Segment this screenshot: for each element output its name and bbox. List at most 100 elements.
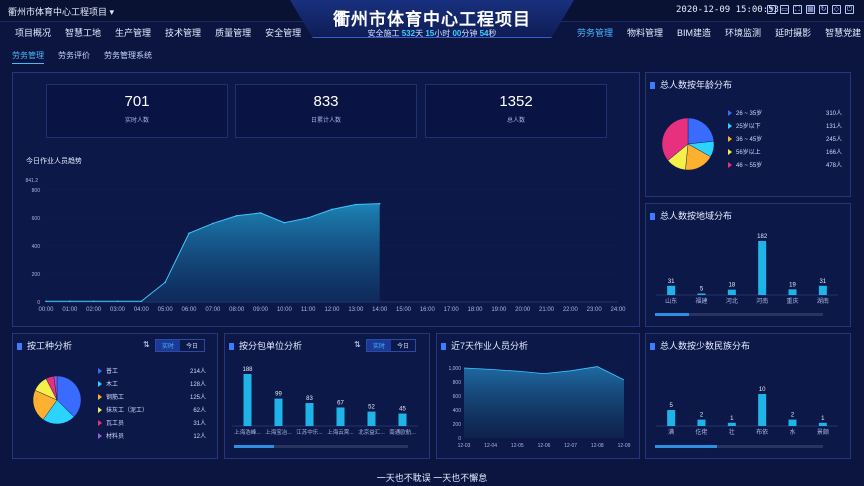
minority-bar[interactable] (818, 422, 827, 426)
fullscreen-icon[interactable]: ⛶ (793, 5, 802, 14)
nav-item-right-1[interactable]: 物料管理 (620, 26, 670, 39)
minority-scrollbar[interactable] (655, 445, 823, 448)
week-y-tick: 200 (453, 422, 462, 428)
refresh-icon[interactable]: ↻ (819, 5, 828, 14)
kpi-realtime: 701 实时人数 (46, 84, 228, 138)
legend-value: 125人 (189, 395, 206, 401)
region-bar[interactable] (758, 241, 767, 295)
sub-value-label: 83 (306, 396, 313, 402)
age-legend-item[interactable]: 36 ~ 45岁 245人 (728, 132, 842, 145)
minority-bar[interactable] (758, 394, 767, 426)
legend-value: 131人 (825, 124, 842, 130)
week-x-tick: 12-07 (564, 443, 577, 449)
minority-bar[interactable] (788, 419, 797, 426)
nav-item-right-4[interactable]: 延时摄影 (768, 26, 818, 39)
trend-y-max: 841.2 (25, 178, 38, 184)
sort-icon[interactable]: ⇅ (354, 340, 361, 349)
trend-area (46, 203, 380, 302)
sub-bar[interactable] (243, 374, 252, 426)
nav-item-5[interactable]: 安全管理 (258, 26, 308, 39)
nav-item-3[interactable]: 技术管理 (158, 26, 208, 39)
nav-item-4[interactable]: 质量管理 (208, 26, 258, 39)
nav-item-right-3[interactable]: 环境监测 (718, 26, 768, 39)
week-x-tick: 12-04 (484, 443, 497, 449)
region-bar[interactable] (818, 285, 827, 295)
age-legend-item[interactable]: 26 ~ 35岁 310人 (728, 106, 842, 119)
sub-scroll-thumb[interactable] (234, 445, 274, 448)
trend-x-tick: 05:00 (158, 307, 174, 313)
trend-point (378, 202, 381, 205)
age-legend-item[interactable]: 25岁以下 131人 (728, 119, 842, 132)
nav-item-1[interactable]: 智慧工地 (58, 26, 108, 39)
sub-bar-chart: 188 上海浩峰... 99 上海宝冶... 83 江苏中乐... 67 上海云霄... 52 北… (232, 367, 418, 436)
age-panel-title: 总人数按年龄分布 (650, 78, 732, 91)
region-bar[interactable] (697, 293, 706, 295)
region-value-label: 31 (819, 279, 826, 285)
sub-bar[interactable] (398, 413, 407, 426)
nav-item-0[interactable]: 项目概况 (8, 26, 58, 39)
region-scroll-thumb[interactable] (655, 313, 689, 316)
nav-item-2[interactable]: 生产管理 (108, 26, 158, 39)
age-legend-item[interactable]: 46 ~ 55岁 478人 (728, 158, 842, 171)
work-toggle-realtime[interactable]: 实时 (156, 340, 181, 351)
nav-item-right-2[interactable]: BIM建造 (670, 26, 718, 39)
nav-item-right-5[interactable]: 智慧党建 (818, 26, 864, 39)
minority-bar[interactable] (667, 410, 676, 426)
work-legend-item[interactable]: 瓦工员 31人 (98, 416, 206, 429)
region-scrollbar[interactable] (655, 313, 823, 316)
trend-point (164, 281, 166, 284)
region-bar[interactable] (727, 289, 736, 295)
minority-bar[interactable] (697, 419, 706, 426)
grid-icon[interactable]: ▦ (806, 5, 815, 14)
sub-bar[interactable] (274, 398, 283, 426)
trend-x-tick: 12:00 (324, 307, 340, 313)
sort-icon[interactable]: ⇅ (143, 340, 150, 349)
legend-value: 310人 (825, 111, 842, 117)
trend-point (188, 232, 190, 235)
sub-toggle-realtime[interactable]: 实时 (367, 340, 392, 351)
subnav-item-1[interactable]: 劳务评价 (58, 50, 90, 64)
work-legend-item[interactable]: 木工 128人 (98, 377, 206, 390)
minority-bar[interactable] (727, 422, 736, 426)
trend-point (283, 221, 286, 224)
work-legend-item[interactable]: 材料员 12人 (98, 429, 206, 442)
shirt-icon[interactable]: ◇ (832, 5, 841, 14)
subnav-item-2[interactable]: 劳务管理系统 (104, 50, 152, 64)
trend-y-tick: 800 (32, 188, 41, 194)
trend-point (212, 222, 214, 225)
region-category-label: 河南 (756, 297, 768, 305)
age-pie-slice[interactable] (687, 118, 715, 145)
nav-item-right-0[interactable]: 劳务管理 (570, 26, 620, 39)
work-legend-item[interactable]: 钢筋工 125人 (98, 390, 206, 403)
week-x-tick: 12-08 (591, 443, 604, 449)
trend-x-tick: 03:00 (110, 307, 126, 313)
week-y-tick: 800 (453, 380, 462, 386)
sub-bar[interactable] (305, 403, 314, 426)
legend-marker-icon (728, 148, 732, 155)
sub-bar[interactable] (336, 407, 345, 426)
trend-x-tick: 18:00 (467, 307, 483, 313)
trend-x-tick: 01:00 (62, 307, 78, 313)
age-legend-item[interactable]: 56岁以上 166人 (728, 145, 842, 158)
minority-scroll-thumb[interactable] (655, 445, 717, 448)
power-icon[interactable]: ⏻ (845, 5, 854, 14)
monitor-icon[interactable]: ▭ (780, 5, 789, 14)
sub-toggle-today[interactable]: 今日 (391, 340, 415, 351)
legend-label: 36 ~ 45岁 (736, 137, 763, 143)
week-area (464, 366, 624, 438)
legend-marker-icon (728, 135, 732, 142)
trend-x-tick: 22:00 (563, 307, 579, 313)
subnav-item-0[interactable]: 劳务管理 (12, 50, 44, 64)
minority-panel-title: 总人数按少数民族分布 (650, 339, 750, 352)
project-selector[interactable]: 衢州市体育中心工程项目 ▾ (8, 5, 114, 18)
work-legend-item[interactable]: 抹灰工（泥工） 62人 (98, 403, 206, 416)
sub-scrollbar[interactable] (234, 445, 408, 448)
document-icon[interactable]: ≡ (767, 5, 776, 14)
region-panel-title: 总人数按地域分布 (650, 209, 732, 222)
work-toggle-today[interactable]: 今日 (180, 340, 204, 351)
region-bar[interactable] (788, 289, 797, 295)
region-bar[interactable] (667, 285, 676, 295)
work-legend-item[interactable]: 普工 214人 (98, 364, 206, 377)
sub-bar[interactable] (367, 411, 376, 426)
minority-value-label: 2 (791, 413, 795, 419)
